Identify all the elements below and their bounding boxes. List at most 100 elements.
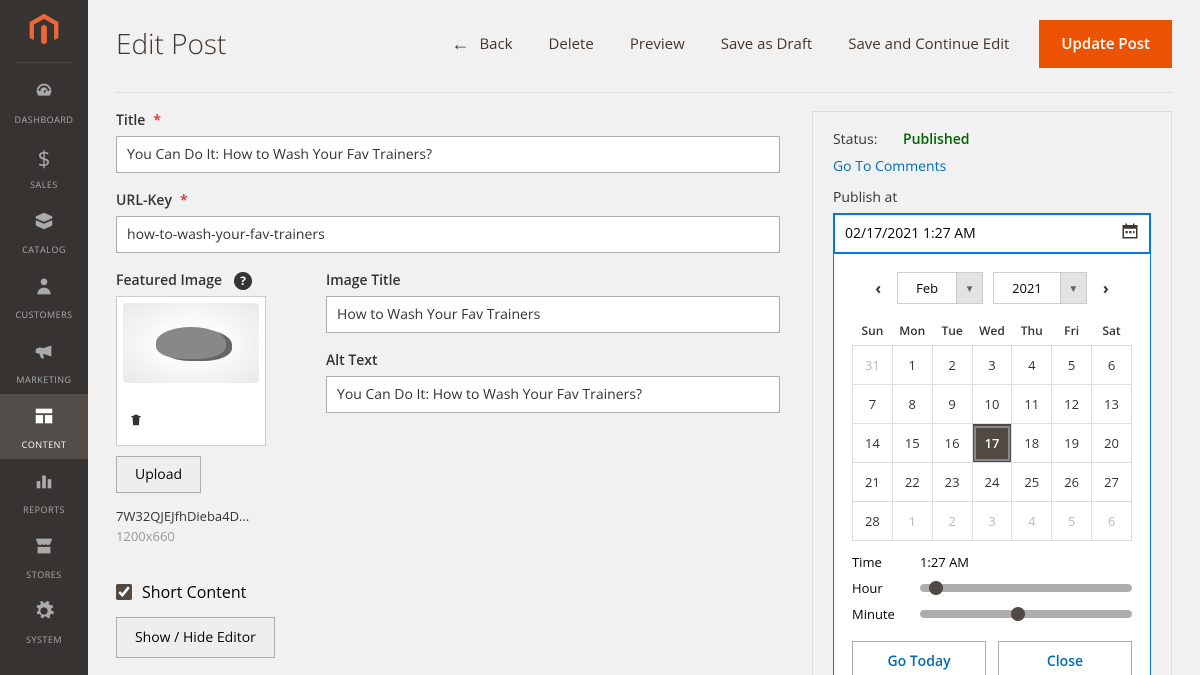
title-input[interactable] xyxy=(116,136,780,173)
calendar-day[interactable]: 26 xyxy=(1052,463,1092,502)
delete-button[interactable]: Delete xyxy=(531,26,612,62)
calendar-day[interactable]: 16 xyxy=(932,424,972,463)
calendar-day[interactable]: 4 xyxy=(1012,346,1052,385)
day-header: Tue xyxy=(932,316,972,346)
calendar-day[interactable]: 8 xyxy=(892,385,932,424)
calendar-day[interactable]: 17 xyxy=(972,424,1012,463)
back-button[interactable]: ←Back xyxy=(433,24,530,64)
calendar-day[interactable]: 22 xyxy=(892,463,932,502)
short-content-label: Short Content xyxy=(142,581,246,603)
calendar-day[interactable]: 4 xyxy=(1012,502,1052,541)
nav-stores[interactable]: STORES xyxy=(0,524,88,589)
time-value: 1:27 AM xyxy=(920,553,969,571)
update-post-button[interactable]: Update Post xyxy=(1039,20,1172,68)
arrow-left-icon: ← xyxy=(451,32,469,56)
time-label: Time xyxy=(852,553,920,571)
url-key-input[interactable] xyxy=(116,216,780,253)
dollar-icon: $ xyxy=(38,144,51,174)
calendar-day[interactable]: 6 xyxy=(1092,346,1132,385)
calendar-day[interactable]: 1 xyxy=(892,502,932,541)
go-to-comments-link[interactable]: Go To Comments xyxy=(833,157,1151,176)
save-continue-button[interactable]: Save and Continue Edit xyxy=(830,26,1027,62)
upload-button[interactable]: Upload xyxy=(116,456,201,493)
nav-sales[interactable]: $SALES xyxy=(0,134,88,199)
minute-label: Minute xyxy=(852,605,920,623)
calendar-day[interactable]: 12 xyxy=(1052,385,1092,424)
nav-marketing[interactable]: MARKETING xyxy=(0,329,88,394)
image-title-input[interactable] xyxy=(326,296,780,333)
day-header: Wed xyxy=(972,316,1012,346)
page-header: Edit Post ←Back Delete Preview Save as D… xyxy=(116,0,1172,93)
short-content-checkbox[interactable] xyxy=(116,584,132,600)
uploaded-dimensions: 1200x660 xyxy=(116,527,296,545)
calendar-day[interactable]: 15 xyxy=(892,424,932,463)
magento-logo[interactable] xyxy=(24,10,64,50)
featured-image-label: Featured Image? xyxy=(116,271,296,290)
status-label: Status: xyxy=(833,130,903,149)
calendar-day[interactable]: 24 xyxy=(972,463,1012,502)
day-header: Fri xyxy=(1052,316,1092,346)
close-button[interactable]: Close xyxy=(998,641,1132,675)
preview-button[interactable]: Preview xyxy=(612,26,703,62)
year-select[interactable]: 2021▼ xyxy=(993,272,1087,304)
calendar-day[interactable]: 2 xyxy=(932,346,972,385)
calendar-day[interactable]: 5 xyxy=(1052,502,1092,541)
calendar-day[interactable]: 3 xyxy=(972,502,1012,541)
calendar-day[interactable]: 10 xyxy=(972,385,1012,424)
publish-date-input[interactable] xyxy=(835,215,1149,252)
nav-catalog[interactable]: CATALOG xyxy=(0,199,88,264)
prev-month-button[interactable]: ‹ xyxy=(869,277,887,299)
calendar-day[interactable]: 28 xyxy=(853,502,893,541)
calendar-day[interactable]: 23 xyxy=(932,463,972,502)
calendar-day[interactable]: 31 xyxy=(853,346,893,385)
nav-reports[interactable]: REPORTS xyxy=(0,459,88,524)
calendar-day[interactable]: 20 xyxy=(1092,424,1132,463)
calendar-day[interactable]: 21 xyxy=(853,463,893,502)
calendar-day[interactable]: 9 xyxy=(932,385,972,424)
nav-content[interactable]: CONTENT xyxy=(0,394,88,459)
datepicker-popup: ‹ Feb▼ 2021▼ › SunMonTueWedThuFriSat 311… xyxy=(833,254,1151,675)
calendar-day[interactable]: 7 xyxy=(853,385,893,424)
chevron-down-icon: ▼ xyxy=(1061,272,1087,304)
megaphone-icon xyxy=(33,339,55,369)
gear-icon xyxy=(33,599,55,629)
show-hide-editor-button[interactable]: Show / Hide Editor xyxy=(116,617,275,658)
month-select[interactable]: Feb▼ xyxy=(897,272,983,304)
product-image xyxy=(123,303,259,383)
help-icon[interactable]: ? xyxy=(234,272,252,290)
calendar-day[interactable]: 3 xyxy=(972,346,1012,385)
title-label: Title* xyxy=(116,111,780,130)
nav-system[interactable]: SYSTEM xyxy=(0,589,88,654)
calendar-day[interactable]: 1 xyxy=(892,346,932,385)
day-header: Sat xyxy=(1092,316,1132,346)
hour-slider[interactable] xyxy=(920,584,1132,592)
uploaded-filename: 7W32QJEJfhDieba4D... xyxy=(116,507,266,525)
save-draft-button[interactable]: Save as Draft xyxy=(703,26,831,62)
minute-slider[interactable] xyxy=(920,610,1132,618)
admin-sidebar: DASHBOARD $SALES CATALOG CUSTOMERS MARKE… xyxy=(0,0,88,675)
calendar-day[interactable]: 2 xyxy=(932,502,972,541)
calendar-day[interactable]: 19 xyxy=(1052,424,1092,463)
alt-text-input[interactable] xyxy=(326,376,780,413)
calendar-day[interactable]: 11 xyxy=(1012,385,1052,424)
calendar-day[interactable]: 13 xyxy=(1092,385,1132,424)
nav-dashboard[interactable]: DASHBOARD xyxy=(0,69,88,134)
nav-customers[interactable]: CUSTOMERS xyxy=(0,264,88,329)
next-month-button[interactable]: › xyxy=(1097,277,1115,299)
go-today-button[interactable]: Go Today xyxy=(852,641,986,675)
day-header: Mon xyxy=(892,316,932,346)
layout-icon xyxy=(33,404,55,434)
hour-label: Hour xyxy=(852,579,920,597)
calendar-day[interactable]: 6 xyxy=(1092,502,1132,541)
trash-icon[interactable] xyxy=(129,411,143,433)
bar-chart-icon xyxy=(33,469,55,499)
calendar-day[interactable]: 18 xyxy=(1012,424,1052,463)
day-header: Thu xyxy=(1012,316,1052,346)
featured-image-thumbnail[interactable] xyxy=(116,296,266,446)
calendar-day[interactable]: 14 xyxy=(853,424,893,463)
url-key-label: URL-Key* xyxy=(116,191,780,210)
calendar-day[interactable]: 5 xyxy=(1052,346,1092,385)
calendar-day[interactable]: 27 xyxy=(1092,463,1132,502)
box-icon xyxy=(33,209,55,239)
calendar-day[interactable]: 25 xyxy=(1012,463,1052,502)
